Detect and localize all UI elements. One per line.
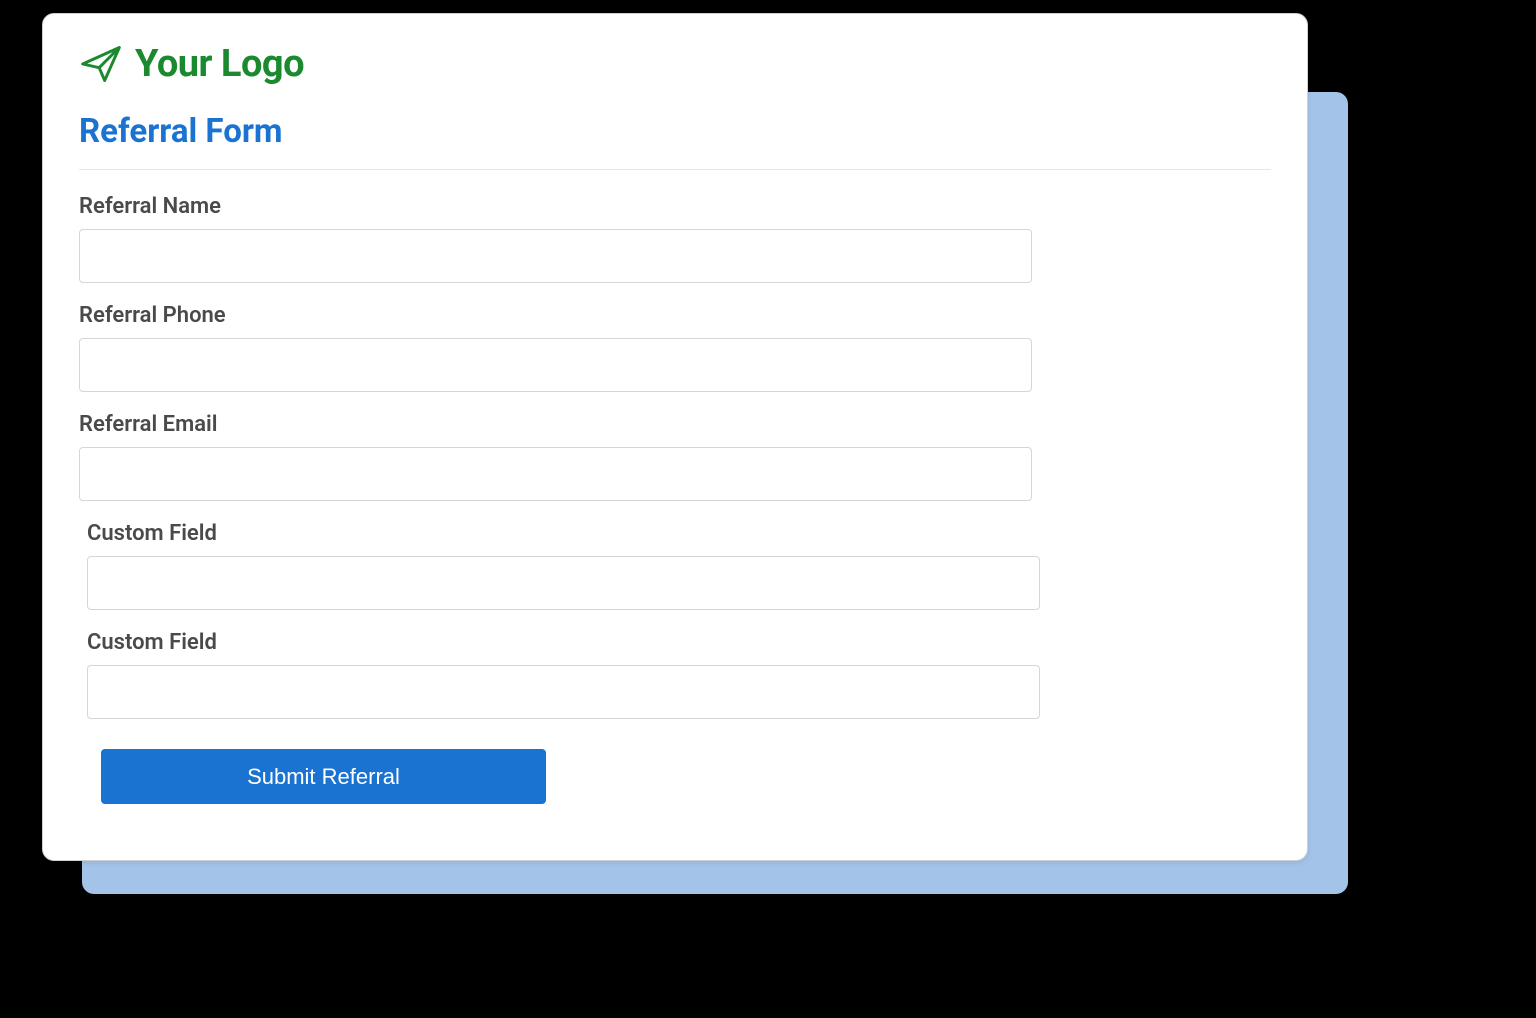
logo-text: Your Logo (135, 42, 304, 86)
referral-email-input[interactable] (79, 447, 1032, 501)
form-card: Your Logo Referral Form Referral Name Re… (42, 13, 1308, 861)
custom-field-1-label: Custom Field (87, 521, 1271, 546)
heading-divider (79, 169, 1271, 170)
referral-email-label: Referral Email (79, 412, 1271, 437)
custom-field-1-input[interactable] (87, 556, 1040, 610)
form-heading: Referral Form (79, 112, 1271, 151)
field-group-referral-phone: Referral Phone (79, 303, 1271, 392)
page-background: Your Logo Referral Form Referral Name Re… (0, 0, 1536, 1018)
submit-referral-button[interactable]: Submit Referral (101, 749, 546, 804)
custom-field-2-input[interactable] (87, 665, 1040, 719)
field-group-referral-email: Referral Email (79, 412, 1271, 501)
referral-phone-label: Referral Phone (79, 303, 1271, 328)
paper-plane-icon (79, 42, 123, 86)
referral-name-label: Referral Name (79, 194, 1271, 219)
field-group-custom-2: Custom Field (87, 630, 1271, 719)
field-group-custom-1: Custom Field (87, 521, 1271, 610)
logo-container: Your Logo (79, 42, 1271, 86)
referral-name-input[interactable] (79, 229, 1032, 283)
field-group-referral-name: Referral Name (79, 194, 1271, 283)
referral-phone-input[interactable] (79, 338, 1032, 392)
custom-field-2-label: Custom Field (87, 630, 1271, 655)
